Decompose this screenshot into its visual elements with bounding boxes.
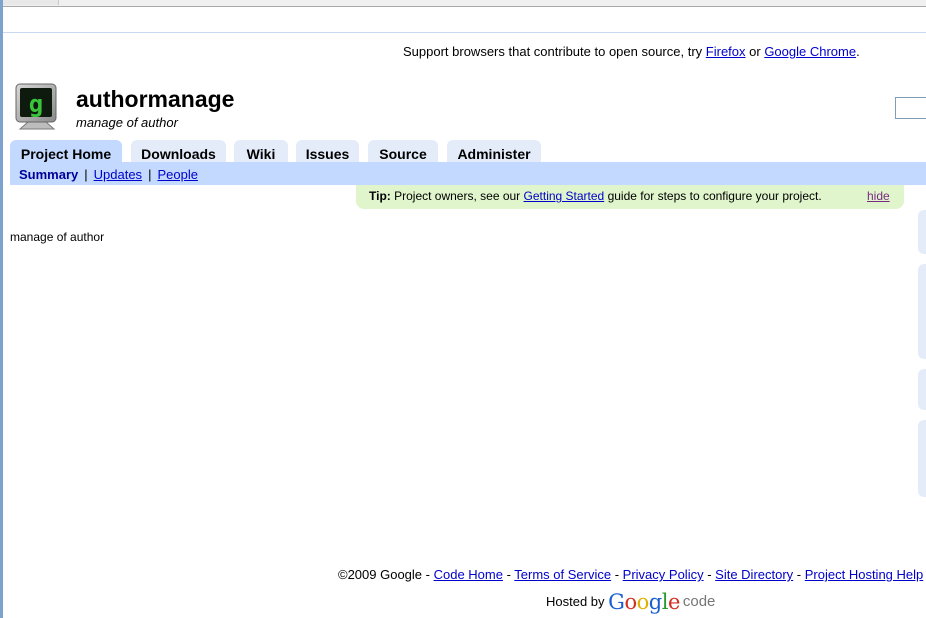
notice-period: . <box>856 44 860 59</box>
chrome-link[interactable]: Google Chrome <box>764 44 856 59</box>
subnav-summary[interactable]: Summary <box>19 167 78 182</box>
project-description: manage of author <box>10 230 105 244</box>
window-left-border <box>0 0 3 618</box>
google-letter: e <box>667 590 680 614</box>
subnav-separator: | <box>84 167 88 182</box>
tab-wiki[interactable]: Wiki <box>234 140 288 163</box>
notice-text: Support browsers that contribute to open… <box>403 44 706 59</box>
notice-text-or: or <box>745 44 765 59</box>
footer-hosting-help-link[interactable]: Project Hosting Help <box>805 567 924 582</box>
hosted-by: Hosted by Google code <box>546 590 715 614</box>
footer-dash: - <box>502 567 515 582</box>
footer-code-home-link[interactable]: Code Home <box>434 567 503 582</box>
subnav-separator: | <box>148 167 152 182</box>
footer-dash: - <box>703 567 716 582</box>
tip-text-after: guide for steps to configure your projec… <box>604 189 822 203</box>
footer-dash: - <box>422 567 434 582</box>
project-name[interactable]: authormanage <box>76 86 234 113</box>
getting-started-link[interactable]: Getting Started <box>524 189 605 203</box>
subnav-updates-link[interactable]: Updates <box>94 167 142 182</box>
browser-top-chrome <box>3 0 926 7</box>
sidebar-box <box>918 420 926 497</box>
subnav-people-link[interactable]: People <box>157 167 197 182</box>
google-letter: G <box>608 590 625 614</box>
footer-copyright: ©2009 Google <box>338 567 423 582</box>
tab-downloads[interactable]: Downloads <box>131 140 226 163</box>
svg-text:g: g <box>29 90 43 118</box>
sub-navigation: Summary | Updates | People <box>10 162 926 185</box>
footer-terms-link[interactable]: Terms of Service <box>514 567 611 582</box>
browser-tab-stub[interactable] <box>3 0 59 5</box>
tip-label: Tip: <box>369 189 391 203</box>
google-code-logo[interactable]: Google <box>608 590 680 614</box>
footer-links: ©2009 Google - Code Home - Terms of Serv… <box>338 567 923 582</box>
sidebar-box <box>918 264 926 359</box>
topbar-divider <box>3 32 926 33</box>
tab-project-home[interactable]: Project Home <box>10 140 122 163</box>
hosted-by-label: Hosted by <box>546 594 605 609</box>
tip-text-before: Project owners, see our <box>390 189 524 203</box>
tab-administer[interactable]: Administer <box>447 140 541 163</box>
tip-banner: Tip: Project owners, see our Getting Sta… <box>356 185 904 209</box>
google-letter: o <box>624 590 637 614</box>
firefox-link[interactable]: Firefox <box>706 44 746 59</box>
footer-dash: - <box>611 567 623 582</box>
project-summary: manage of author <box>76 115 178 130</box>
footer-dash: - <box>793 567 805 582</box>
tip-hide-link[interactable]: hide <box>867 189 890 203</box>
tab-issues[interactable]: Issues <box>296 140 359 163</box>
search-input[interactable] <box>895 97 926 119</box>
footer-privacy-link[interactable]: Privacy Policy <box>623 567 704 582</box>
google-letter: o <box>636 590 650 614</box>
tab-source[interactable]: Source <box>368 140 438 163</box>
browser-notice: Support browsers that contribute to open… <box>403 44 860 59</box>
tip-text: Tip: Project owners, see our Getting Sta… <box>369 189 822 203</box>
sidebar-box <box>918 210 926 254</box>
footer-site-directory-link[interactable]: Site Directory <box>715 567 793 582</box>
sidebar-box <box>918 369 926 410</box>
google-letter: g <box>648 590 662 614</box>
code-word: code <box>682 593 716 610</box>
monitor-logo-icon[interactable]: g <box>14 82 60 132</box>
